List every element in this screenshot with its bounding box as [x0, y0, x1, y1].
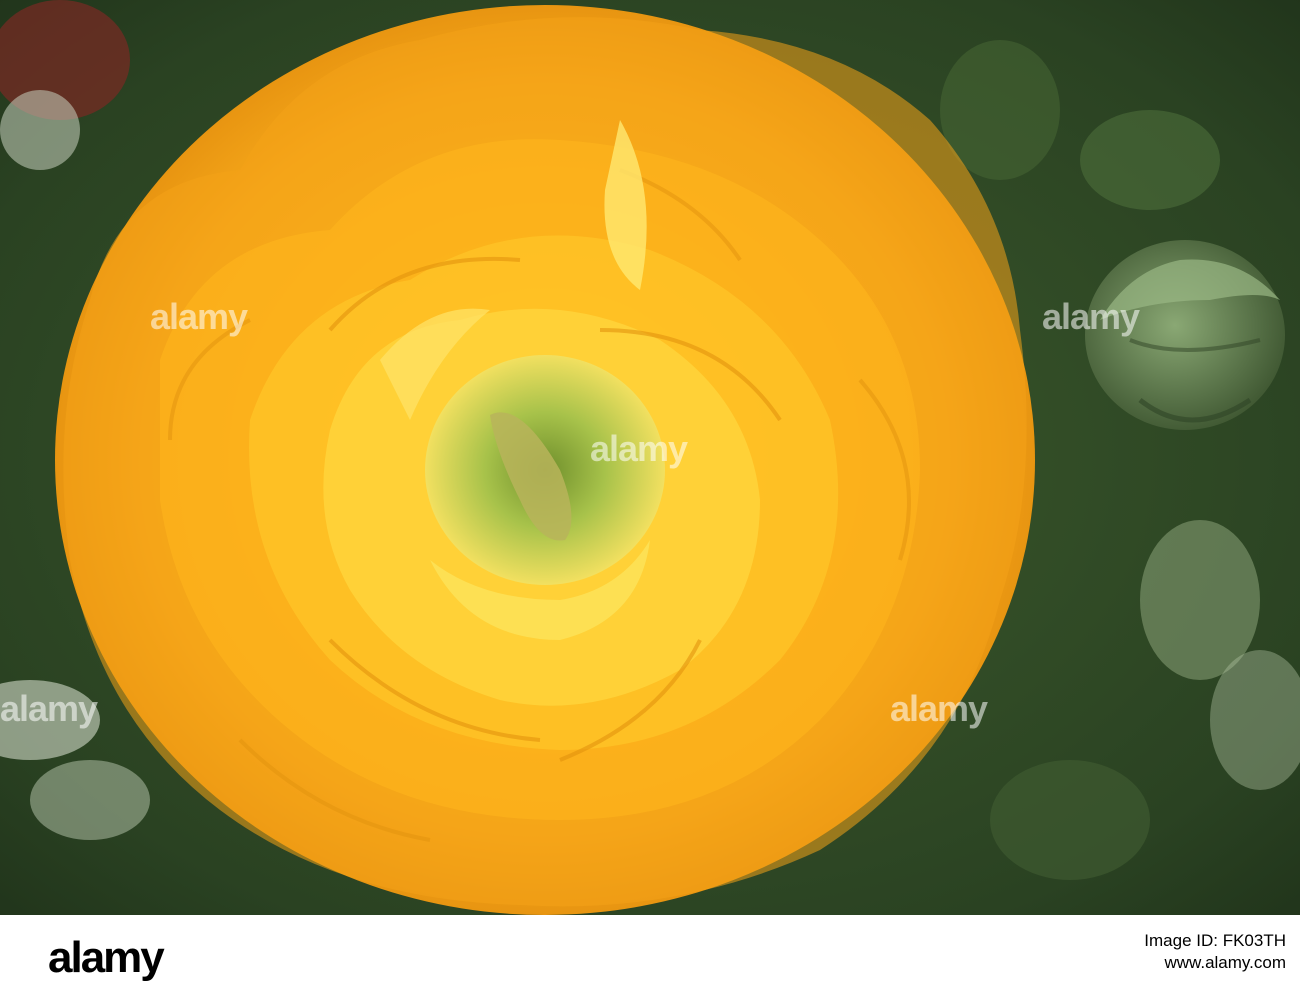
flower-bud	[1085, 240, 1285, 430]
image-id: Image ID: FK03TH	[1144, 931, 1286, 950]
footer-bar: alamy Image ID: FK03TH www.alamy.com	[0, 915, 1300, 1006]
photo: alamy alamy alamy alamy alamy	[0, 0, 1300, 915]
alamy-logo: alamy	[48, 933, 165, 982]
footer-image-info: Image ID: FK03TH www.alamy.com	[1144, 931, 1286, 973]
site-url[interactable]: www.alamy.com	[1144, 953, 1286, 973]
ranunculus-flower	[55, 5, 1035, 915]
flower-photo-svg	[0, 0, 1300, 915]
